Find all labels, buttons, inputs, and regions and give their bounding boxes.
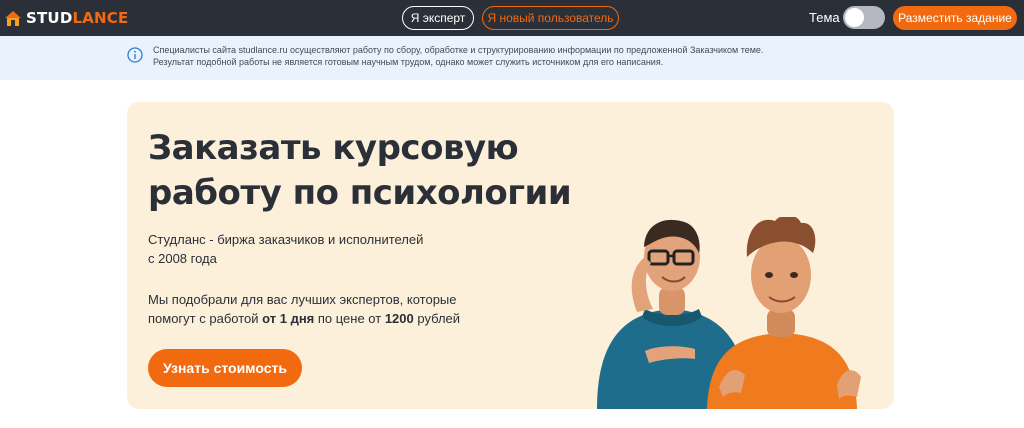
hero-description: Мы подобрали для вас лучших экспертов, к…	[148, 292, 461, 326]
theme-toggle-knob	[845, 8, 864, 27]
info-notice: Специалисты сайта studlance.ru осуществл…	[0, 36, 1024, 80]
info-icon	[127, 47, 143, 63]
hero-subtitle-line1: Студланс - биржа заказчиков и исполнител…	[148, 232, 424, 247]
notice-text: Специалисты сайта studlance.ru осуществл…	[153, 45, 764, 67]
page-title: Заказать курсовую работу по психологии	[148, 128, 572, 213]
logo-text: STUDLANCE	[26, 9, 129, 27]
new-user-button[interactable]: Я новый пользователь	[482, 6, 619, 30]
theme-label: Тема	[809, 10, 840, 25]
theme-toggle[interactable]	[843, 6, 885, 29]
top-navigation-bar: STUDLANCE Я эксперт Я новый пользователь…	[0, 0, 1024, 36]
man-in-orange-illustration	[707, 217, 861, 409]
logo-house-icon	[5, 11, 21, 26]
hero-card: Заказать курсовую работу по психологии С…	[127, 102, 894, 409]
post-task-button[interactable]: Разместить задание	[893, 6, 1017, 30]
expert-button[interactable]: Я эксперт	[402, 6, 474, 30]
site-logo[interactable]: STUDLANCE	[4, 7, 128, 29]
min-duration: от 1 дня	[262, 311, 315, 326]
min-price: 1200	[384, 311, 414, 326]
hero-subtitle-line2: с 2008 года	[148, 251, 217, 266]
hero-subtitle: Студланс - биржа заказчиков и исполнител…	[148, 230, 488, 268]
get-price-button[interactable]: Узнать стоимость	[148, 349, 302, 387]
illustration-two-men	[597, 217, 861, 409]
